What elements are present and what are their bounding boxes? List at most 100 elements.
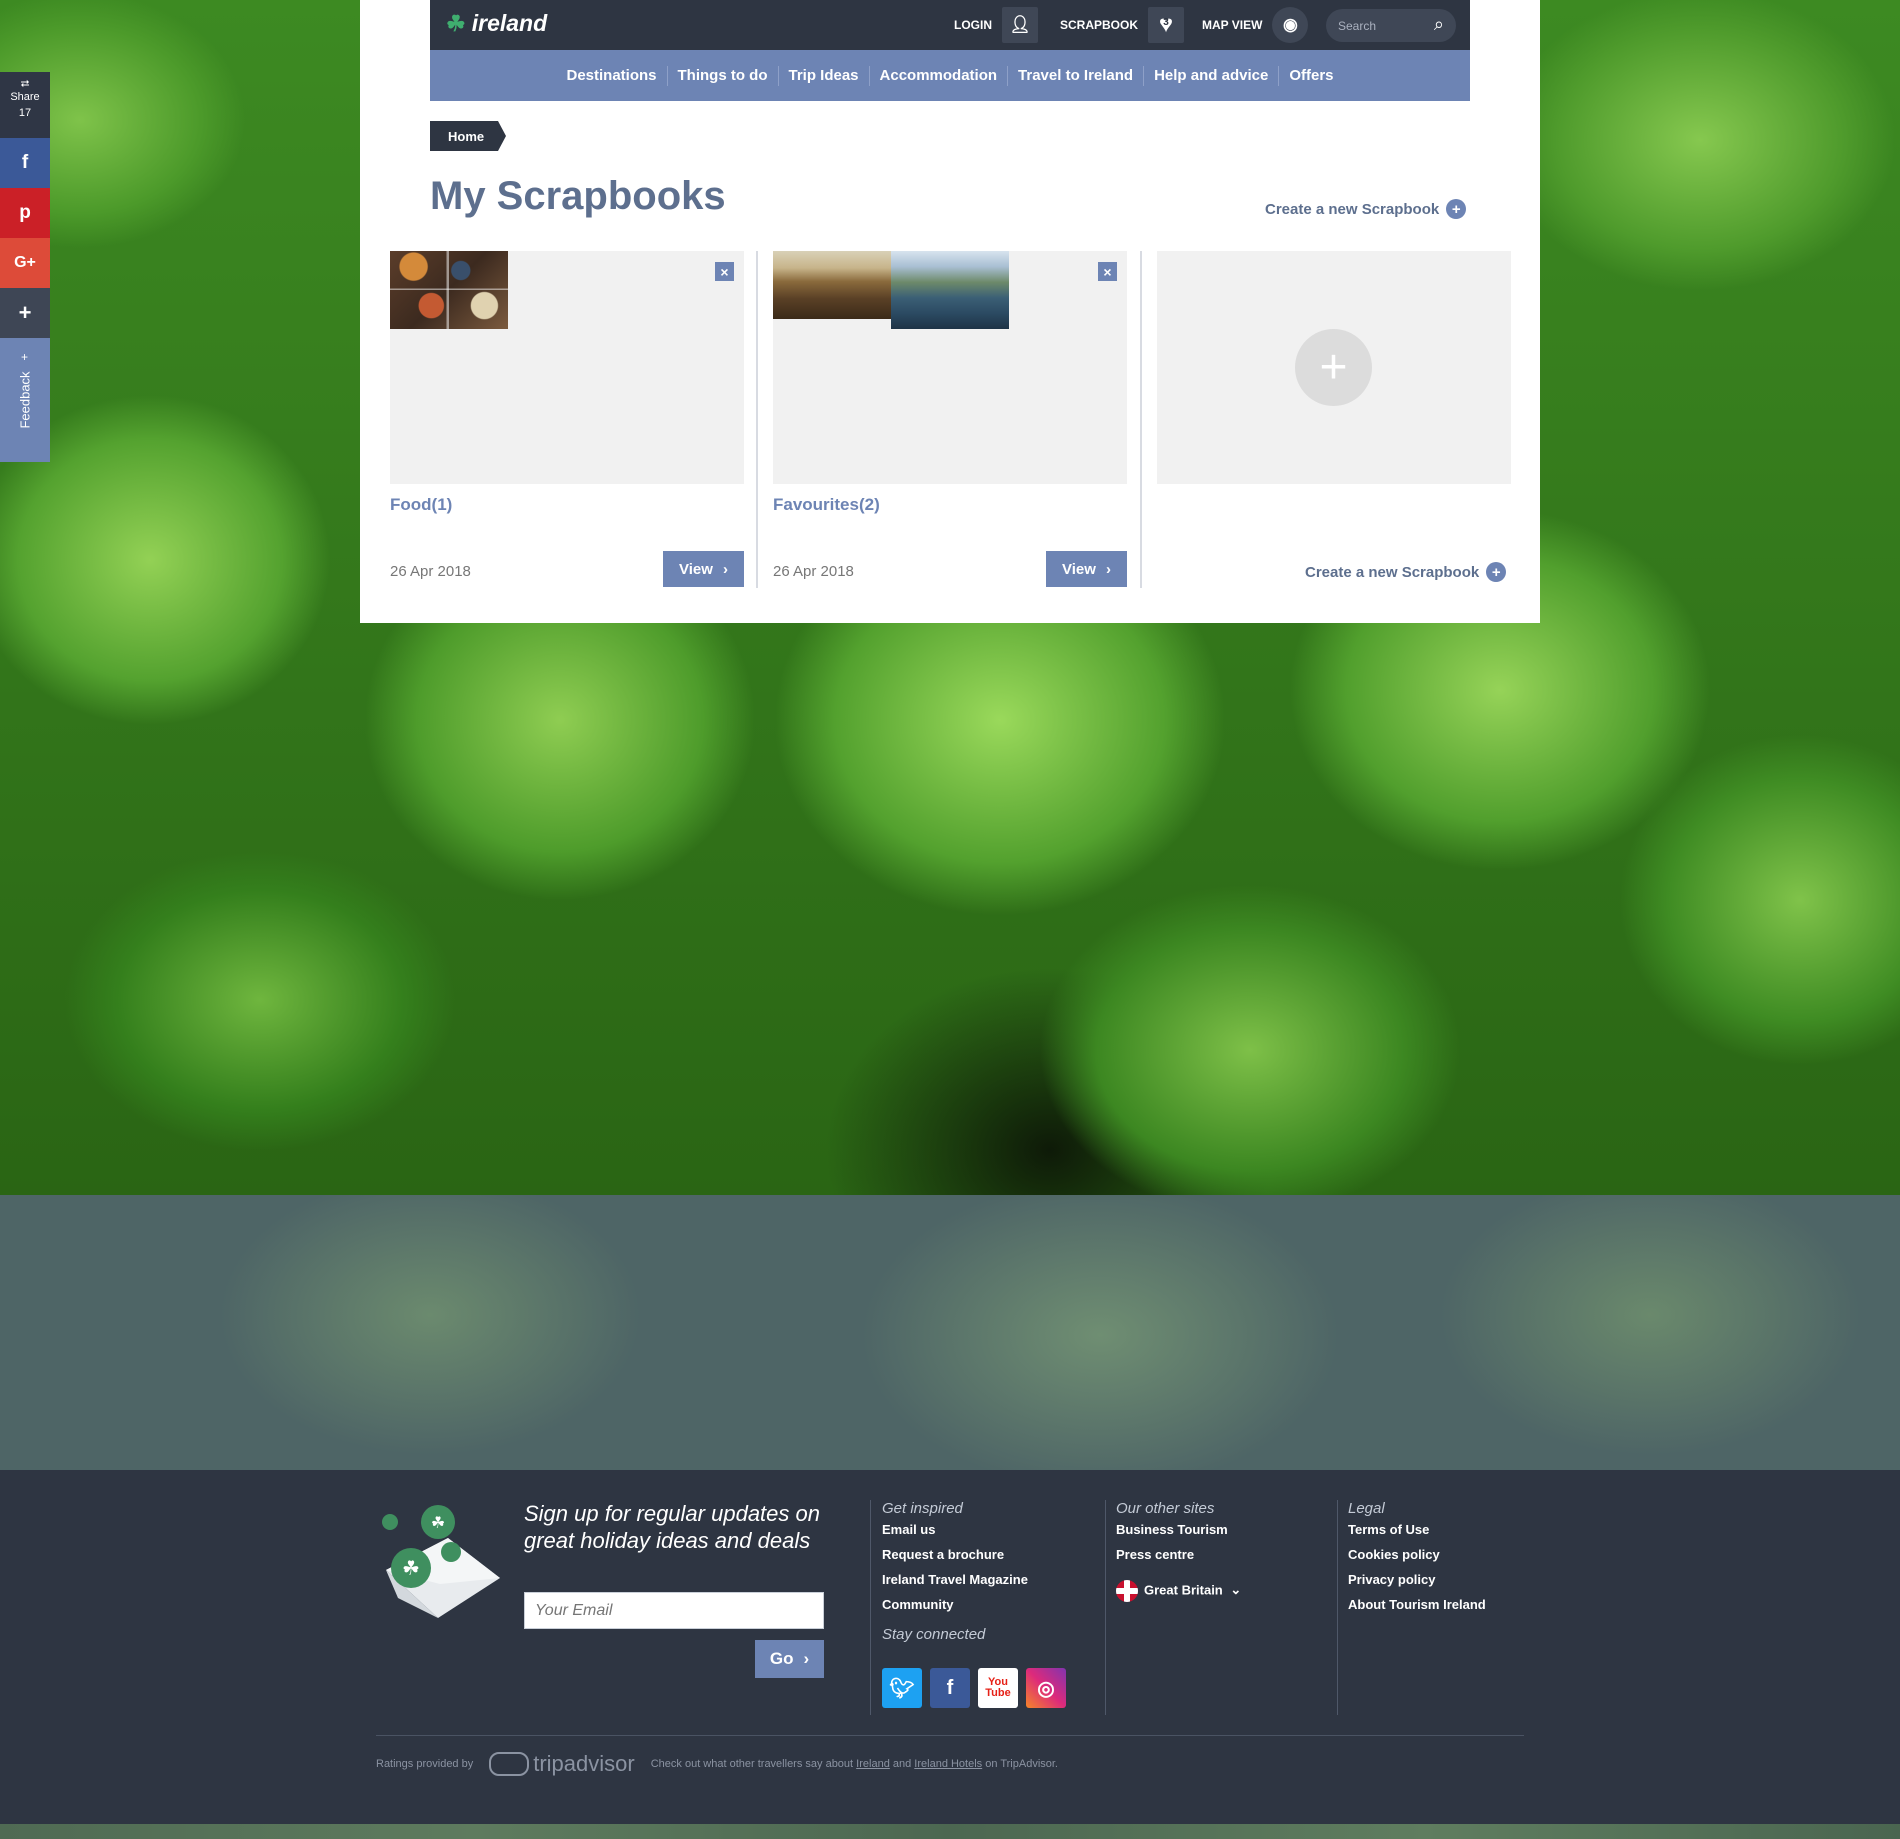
delete-scrapbook-button[interactable]: ×	[715, 262, 734, 281]
facebook-share-button[interactable]: f	[0, 138, 50, 188]
main-navigation: Destinations Things to do Trip Ideas Acc…	[430, 50, 1470, 101]
feedback-label: Feedback	[17, 371, 33, 429]
plus-icon: +	[18, 300, 32, 325]
breadcrumb-home[interactable]: Home	[430, 121, 506, 151]
stay-connected-heading: Stay connected	[882, 1626, 986, 1643]
add-circle-icon: +	[1295, 329, 1372, 406]
footer-link-community[interactable]: Community	[882, 1597, 1028, 1612]
ratings-text-after: on TripAdvisor.	[985, 1758, 1058, 1770]
svg-text:☘: ☘	[431, 1515, 445, 1532]
footer-link-press-centre[interactable]: Press centre	[1116, 1547, 1241, 1562]
scrapbook-name[interactable]: Favourites(2)	[773, 495, 880, 515]
page-title: My Scrapbooks	[430, 174, 726, 218]
chevron-down-icon: ⌄	[1230, 1582, 1242, 1598]
owl-icon	[489, 1752, 530, 1776]
facebook-icon: f	[21, 152, 29, 173]
more-share-button[interactable]: +	[0, 288, 50, 338]
view-scrapbook-button[interactable]: View ›	[1046, 551, 1127, 587]
nav-offers[interactable]: Offers	[1279, 66, 1343, 86]
plus-circle-icon: +	[1486, 562, 1507, 582]
share-count: 17	[18, 107, 32, 119]
map-view-label: MAP VIEW	[1202, 18, 1263, 32]
column-divider	[756, 251, 758, 588]
landscape-thumbnail-1	[773, 251, 891, 319]
footer-strip	[0, 1824, 1900, 1839]
ratings-link-ireland[interactable]: Ireland	[856, 1758, 890, 1770]
ireland-logo[interactable]: ☘ ireland	[446, 10, 547, 37]
create-scrapbook-label: Create a new Scrapbook	[1305, 563, 1480, 581]
footer-link-about[interactable]: About Tourism Ireland	[1348, 1597, 1486, 1612]
clover-background-overlay	[0, 1195, 1900, 1470]
food-thumbnail	[390, 251, 508, 329]
scrapbook-button[interactable]: SCRAPBOOK ♥ 3	[1060, 0, 1185, 50]
region-label: Great Britain	[1144, 1582, 1223, 1598]
footer-get-inspired: Get inspired Email us Request a brochure…	[882, 1500, 1028, 1648]
googleplus-icon: G+	[14, 254, 36, 271]
nav-destinations[interactable]: Destinations	[557, 65, 668, 86]
gb-flag-icon	[1116, 1580, 1138, 1602]
footer-link-email-us[interactable]: Email us	[882, 1522, 1028, 1537]
delete-scrapbook-button[interactable]: ×	[1098, 262, 1117, 281]
footer-legal: Legal Terms of Use Cookies policy Privac…	[1348, 1500, 1486, 1622]
view-scrapbook-button[interactable]: View ›	[663, 551, 744, 587]
footer-link-terms[interactable]: Terms of Use	[1348, 1522, 1486, 1537]
nav-things-to-do[interactable]: Things to do	[668, 65, 779, 86]
scrapbook-date: 26 Apr 2018	[390, 563, 471, 580]
newsletter-go-button[interactable]: Go ›	[755, 1640, 824, 1678]
logo-text: ireland	[471, 10, 548, 36]
facebook-icon[interactable]: f	[930, 1668, 970, 1708]
map-pin-icon: ◉	[1272, 7, 1309, 43]
scrapbook-thumbnails[interactable]: ×	[773, 251, 1127, 484]
create-scrapbook-label: Create a new Scrapbook	[1265, 200, 1440, 218]
go-label: Go	[769, 1649, 794, 1668]
search-icon[interactable]: ⌕	[1434, 14, 1444, 35]
map-view-button[interactable]: MAP VIEW ◉	[1202, 0, 1309, 50]
add-scrapbook-tile[interactable]: +	[1157, 251, 1511, 484]
region-selector[interactable]: Great Britain ⌄	[1116, 1580, 1241, 1602]
ratings-link-ireland-hotels[interactable]: Ireland Hotels	[914, 1758, 982, 1770]
social-share-bar: ⮂ Share 17 f p G+ + + Feedback	[0, 72, 50, 462]
footer-divider	[870, 1500, 871, 1715]
footer-link-magazine[interactable]: Ireland Travel Magazine	[882, 1572, 1028, 1587]
nav-travel-to-ireland[interactable]: Travel to Ireland	[1008, 65, 1145, 86]
scrapbook-thumbnails[interactable]: ×	[390, 251, 744, 484]
twitter-icon[interactable]: 🐦︎	[882, 1668, 922, 1708]
scrapbook-name[interactable]: Food(1)	[390, 495, 452, 515]
svg-text:☘: ☘	[402, 1558, 420, 1580]
email-field[interactable]	[524, 1592, 824, 1629]
feedback-tab[interactable]: + Feedback	[0, 338, 50, 462]
heart-icon: ♥ 3	[1148, 7, 1185, 43]
create-scrapbook-link-top[interactable]: Create a new Scrapbook +	[1265, 199, 1467, 219]
footer-divider	[1337, 1500, 1338, 1715]
footer-rule	[376, 1735, 1524, 1736]
login-button[interactable]: LOGIN 👤︎	[954, 0, 1038, 50]
scrapbook-card-favourites: × Favourites(2) 26 Apr 2018 View ›	[773, 251, 1127, 587]
pinterest-share-button[interactable]: p	[0, 188, 50, 238]
footer-link-cookies[interactable]: Cookies policy	[1348, 1547, 1486, 1562]
footer-link-brochure[interactable]: Request a brochure	[882, 1547, 1028, 1562]
search-input[interactable]: Search ⌕	[1326, 9, 1456, 42]
googleplus-share-button[interactable]: G+	[0, 238, 50, 288]
youtube-icon[interactable]: You Tube	[978, 1668, 1018, 1708]
ratings-text-before: Check out what other travellers say abou…	[650, 1758, 854, 1770]
shamrock-icon: ☘	[446, 10, 466, 36]
tripadvisor-logo[interactable]: tripadvisor	[489, 1751, 635, 1777]
login-label: LOGIN	[954, 18, 992, 32]
legal-heading: Legal	[1348, 1500, 1385, 1517]
view-label: View	[1062, 560, 1096, 578]
create-scrapbook-link-bottom[interactable]: Create a new Scrapbook +	[1305, 562, 1507, 582]
instagram-icon[interactable]: ◎	[1026, 1668, 1066, 1708]
footer-link-business-tourism[interactable]: Business Tourism	[1116, 1522, 1241, 1537]
tripadvisor-ratings: Ratings provided by tripadvisor Check ou…	[376, 1751, 1058, 1777]
column-divider	[1140, 251, 1142, 588]
main-card: ☘ ireland LOGIN 👤︎ SCRAPBOOK ♥ 3 MAP VIE…	[360, 0, 1540, 623]
footer-link-privacy[interactable]: Privacy policy	[1348, 1572, 1486, 1587]
user-icon: 👤︎	[1002, 7, 1038, 43]
nav-accommodation[interactable]: Accommodation	[870, 65, 1009, 86]
landscape-thumbnail-2	[891, 251, 1009, 329]
nav-trip-ideas[interactable]: Trip Ideas	[779, 65, 870, 86]
chevron-right-icon: ›	[803, 1649, 810, 1668]
nav-help-and-advice[interactable]: Help and advice	[1144, 65, 1280, 86]
share-button[interactable]: ⮂ Share 17	[0, 72, 50, 138]
share-icon: ⮂	[20, 78, 30, 90]
